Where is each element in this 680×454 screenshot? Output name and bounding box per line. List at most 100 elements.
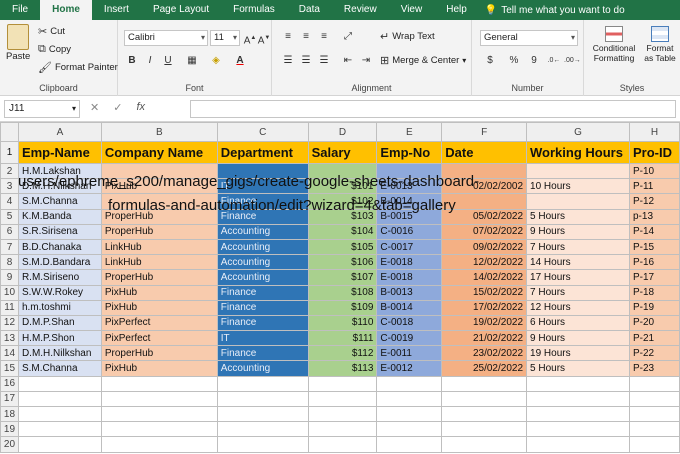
cell[interactable]: S.M.Channa <box>17 360 102 377</box>
cell[interactable]: 17 Hours <box>526 269 630 286</box>
header-cell[interactable]: Department <box>216 141 309 164</box>
cell[interactable] <box>216 405 309 423</box>
row-header[interactable]: 1 <box>0 141 19 164</box>
cell[interactable]: P-17 <box>628 269 680 286</box>
cell[interactable]: B-0014 <box>376 193 443 210</box>
cell[interactable]: $108 <box>307 284 378 301</box>
cell[interactable] <box>17 405 102 423</box>
column-header-h[interactable]: H <box>628 122 680 142</box>
cell[interactable] <box>376 436 443 453</box>
cell[interactable]: $103 <box>307 208 378 225</box>
increase-indent-icon[interactable]: ⇥ <box>358 53 374 69</box>
cell[interactable]: PixHub <box>100 284 218 301</box>
column-header-d[interactable]: D <box>307 122 378 142</box>
formula-input[interactable] <box>190 100 676 118</box>
cell[interactable]: 14/02/2022 <box>441 269 528 286</box>
cell[interactable]: B-0013 <box>376 284 443 301</box>
wrap-text-button[interactable]: ↵ Wrap Text <box>380 30 435 43</box>
cell[interactable]: $102 <box>307 193 378 210</box>
select-all-corner[interactable] <box>0 122 19 142</box>
cell[interactable] <box>100 375 218 392</box>
tab-home[interactable]: Home <box>40 0 92 20</box>
cell[interactable] <box>441 375 528 392</box>
cell[interactable]: H.M.P.Shon <box>17 330 102 347</box>
decrease-font-icon[interactable]: A▼ <box>256 30 272 46</box>
cell[interactable] <box>100 421 218 438</box>
cell[interactable]: P-14 <box>628 223 680 240</box>
cell[interactable]: Finance <box>216 345 309 362</box>
cell[interactable]: p-13 <box>628 208 680 225</box>
cell[interactable] <box>307 162 378 180</box>
column-header-b[interactable]: B <box>100 122 218 142</box>
row-header[interactable]: 18 <box>0 405 19 423</box>
row-header[interactable]: 10 <box>0 284 19 301</box>
cell[interactable] <box>628 375 680 392</box>
cell[interactable]: $107 <box>307 269 378 286</box>
row-header[interactable]: 19 <box>0 421 19 438</box>
currency-button[interactable]: $ <box>482 53 498 69</box>
cell[interactable]: Accounting <box>216 269 309 286</box>
cell[interactable]: 09/02/2022 <box>441 238 528 256</box>
row-header[interactable]: 12 <box>0 314 19 332</box>
cell[interactable] <box>216 436 309 453</box>
bold-button[interactable]: B <box>124 53 140 69</box>
cell[interactable] <box>100 162 218 180</box>
cell[interactable]: 25/02/2022 <box>441 360 528 377</box>
cell[interactable]: 5 Hours <box>526 208 630 225</box>
cell[interactable]: P-10 <box>628 162 680 180</box>
tab-file[interactable]: File <box>0 0 40 20</box>
cell[interactable]: R.M.Siriseno <box>17 269 102 286</box>
row-header[interactable]: 5 <box>0 208 19 225</box>
cell[interactable]: 21/02/2022 <box>441 330 528 347</box>
cell[interactable]: PixHub <box>100 178 218 195</box>
cell[interactable]: P-23 <box>628 360 680 377</box>
cell[interactable]: ProperHub <box>100 345 218 362</box>
tab-formulas[interactable]: Formulas <box>221 0 287 20</box>
cancel-icon[interactable]: ✕ <box>90 101 99 114</box>
cell[interactable]: B.D.Chanaka <box>17 238 102 256</box>
cell[interactable]: Finance <box>216 299 309 316</box>
font-color-icon[interactable]: A <box>232 53 248 69</box>
cell[interactable]: P-18 <box>628 284 680 301</box>
cell[interactable]: Accounting <box>216 238 309 256</box>
cell[interactable]: 9 Hours <box>526 330 630 347</box>
cell[interactable]: P-20 <box>628 314 680 332</box>
cell[interactable] <box>376 390 443 408</box>
row-header[interactable]: 15 <box>0 360 19 377</box>
comma-button[interactable]: 9 <box>526 53 542 69</box>
underline-button[interactable]: U <box>160 53 176 69</box>
merge-center-button[interactable]: ⊞ Merge & Center ▾ <box>380 54 466 67</box>
cell[interactable] <box>17 375 102 392</box>
percent-button[interactable]: % <box>506 53 522 69</box>
cell[interactable]: 07/02/2022 <box>441 223 528 240</box>
cell[interactable]: E-0013 <box>376 178 443 195</box>
cell[interactable] <box>526 375 630 392</box>
cell[interactable]: $113 <box>307 360 378 377</box>
row-header[interactable]: 20 <box>0 436 19 453</box>
row-header[interactable]: 17 <box>0 390 19 408</box>
cell[interactable]: ProperHub <box>100 223 218 240</box>
cell[interactable]: C-0018 <box>376 314 443 332</box>
cell[interactable] <box>100 405 218 423</box>
format-as-table-button[interactable]: Format as Table <box>642 26 678 63</box>
cell[interactable] <box>307 390 378 408</box>
cell[interactable]: E-0012 <box>376 360 443 377</box>
cell[interactable]: S.W.W.Rokey <box>17 284 102 301</box>
paste-button[interactable]: Paste <box>6 24 30 62</box>
cell[interactable]: C-0017 <box>376 238 443 256</box>
row-header[interactable]: 4 <box>0 193 19 210</box>
tab-page-layout[interactable]: Page Layout <box>141 0 221 20</box>
cell[interactable]: E-0018 <box>376 269 443 286</box>
cell[interactable] <box>100 390 218 408</box>
cell[interactable]: 19 Hours <box>526 345 630 362</box>
cell[interactable] <box>307 436 378 453</box>
align-right-icon[interactable]: ☰ <box>316 53 332 69</box>
align-bottom-icon[interactable]: ≡ <box>316 29 332 45</box>
tab-insert[interactable]: Insert <box>92 0 141 20</box>
cell[interactable]: P-21 <box>628 330 680 347</box>
cell[interactable]: LinkHub <box>100 254 218 271</box>
cell[interactable]: 6 Hours <box>526 314 630 332</box>
column-header-a[interactable]: A <box>17 122 102 142</box>
row-header[interactable]: 3 <box>0 178 19 195</box>
decrease-indent-icon[interactable]: ⇤ <box>340 53 356 69</box>
